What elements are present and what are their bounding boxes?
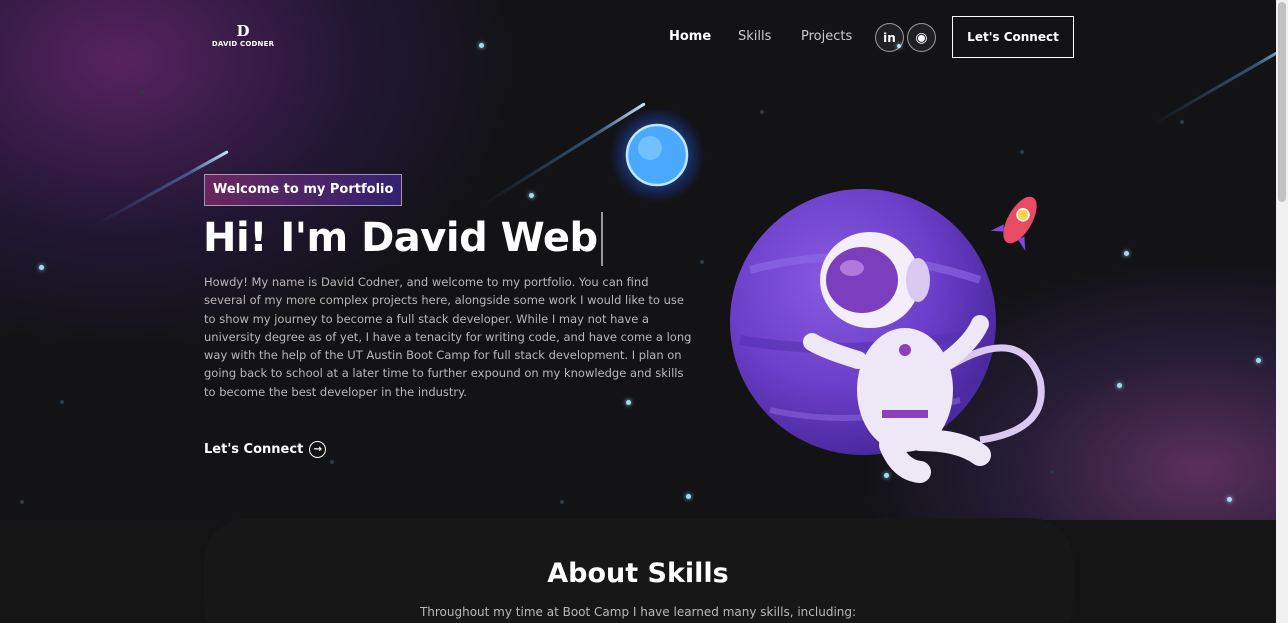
star [1180, 120, 1184, 124]
star [529, 193, 534, 198]
star [1117, 383, 1122, 388]
star [39, 265, 44, 270]
skills-subtitle: Throughout my time at Boot Camp I have l… [419, 605, 857, 619]
hero-connect-label: Let's Connect [204, 442, 304, 457]
star [1256, 358, 1261, 363]
hero-title-text: Hi! I'm David Web [203, 215, 598, 261]
star [1124, 251, 1129, 256]
star [20, 500, 24, 504]
skills-title: About Skills [547, 558, 729, 589]
meteor [1152, 38, 1276, 126]
hero-connect-link[interactable]: Let's Connect → [204, 441, 327, 458]
hero-description: Howdy! My name is David Codner, and welc… [204, 275, 692, 399]
logo-mark: D [236, 22, 250, 40]
star [60, 400, 64, 404]
arrow-right-circle-icon: → [309, 441, 327, 458]
hero-title: Hi! I'm David Web [203, 212, 603, 266]
scrollbar-thumb[interactable] [1278, 2, 1286, 202]
page-scrollbar[interactable] [1276, 0, 1288, 623]
nav-link-projects[interactable]: Projects [801, 29, 852, 44]
star [330, 460, 334, 464]
site-logo[interactable]: D DAVID CODNER [207, 24, 279, 50]
tagline-badge: Welcome to my Portfolio [204, 174, 403, 206]
star [140, 90, 144, 94]
typing-cursor [600, 212, 603, 266]
linkedin-icon[interactable]: in [875, 23, 904, 52]
lets-connect-button[interactable]: Let's Connect [952, 16, 1074, 58]
logo-name: DAVID CODNER [211, 40, 275, 48]
nav-link-home[interactable]: Home [669, 29, 711, 44]
github-icon[interactable]: ◉ [907, 23, 936, 52]
star [479, 43, 484, 48]
nav-link-skills[interactable]: Skills [738, 29, 771, 44]
star [560, 500, 564, 504]
star [1227, 497, 1232, 502]
